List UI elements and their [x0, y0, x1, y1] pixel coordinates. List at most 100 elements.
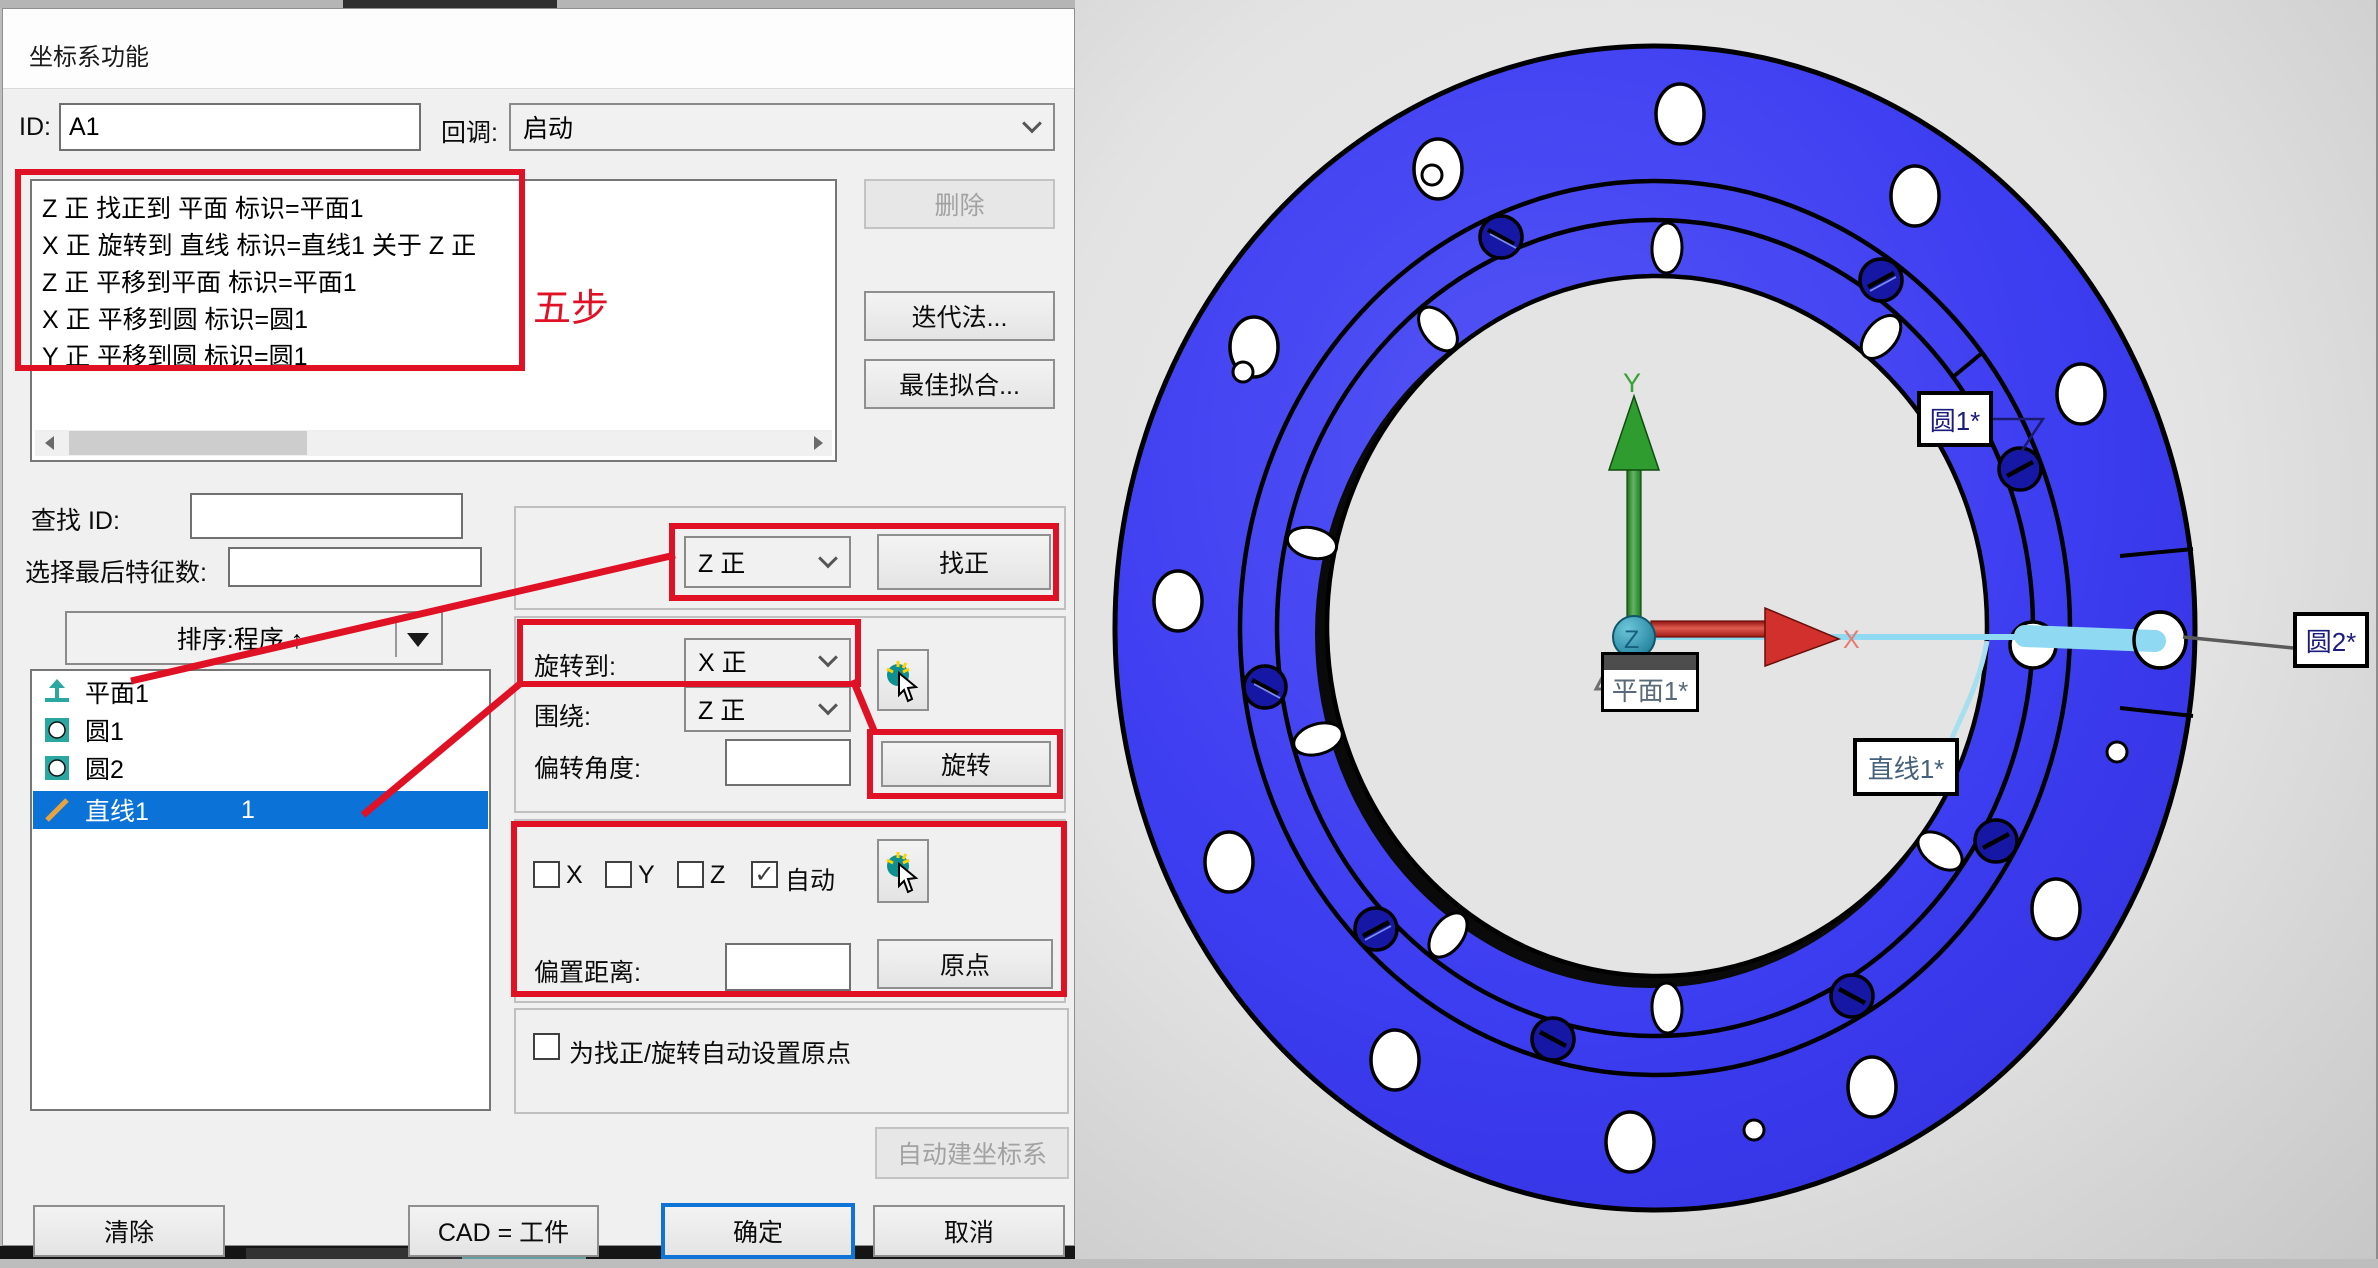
ok-button[interactable]: 确定 [661, 1203, 855, 1259]
circle2-leader [2183, 637, 2293, 648]
callback-combobox[interactable]: 启动 [509, 103, 1055, 151]
feature-row-line1-selected[interactable]: 直线1 1 [33, 791, 488, 829]
cancel-button[interactable]: 取消 [873, 1205, 1065, 1257]
scrollbar-thumb[interactable] [69, 431, 307, 455]
iterate-button[interactable]: 迭代法... [864, 291, 1055, 341]
id-value: A1 [69, 113, 100, 142]
horizontal-scrollbar[interactable] [35, 430, 832, 456]
find-id-input[interactable] [190, 493, 463, 539]
step-item[interactable]: Z 正 平移到平面 标识=平面1 [42, 263, 357, 299]
level-button[interactable]: 找正 [877, 534, 1051, 590]
rotate-to-label: 旋转到: [534, 647, 616, 683]
axis-z-label: Z [1624, 626, 1639, 654]
about-axis-dropdown[interactable]: Z 正 [684, 686, 851, 732]
label-circle1[interactable]: 圆1* [1917, 391, 1993, 447]
auto-set-origin-label: 为找正/旋转自动设置原点 [569, 1034, 851, 1070]
pick-cursor-icon [883, 848, 923, 894]
level-axis-value: Z 正 [698, 544, 745, 580]
sort-value: 排序:程序 ↑ [79, 620, 441, 656]
level-axis-dropdown[interactable]: Z 正 [684, 536, 851, 588]
id-input[interactable]: A1 [59, 103, 421, 151]
about-axis-value: Z 正 [698, 691, 745, 727]
sort-dropdown[interactable]: 排序:程序 ↑ [65, 611, 443, 665]
annotation-five-steps: 五步 [533, 277, 609, 332]
offset-angle-input[interactable] [725, 739, 851, 786]
step-item[interactable]: X 正 旋转到 直线 标识=直线1 关于 Z 正 [42, 226, 476, 262]
label-plane1[interactable]: 平面1* [1601, 652, 1699, 712]
scroll-left-button[interactable] [35, 430, 63, 456]
z-checkbox-label: Z [710, 861, 725, 890]
best-fit-button[interactable]: 最佳拟合... [864, 359, 1055, 409]
select-last-label: 选择最后特征数: [25, 553, 207, 589]
feature-row-circle2[interactable]: 圆2 [33, 749, 488, 787]
divider [395, 621, 397, 657]
axis-x-arrow [1651, 621, 1765, 637]
scroll-right-icon [814, 436, 823, 450]
delete-button[interactable]: 删除 [864, 179, 1055, 229]
find-id-label: 查找 ID: [31, 501, 120, 537]
alignment-steps-list[interactable]: Z 正 找正到 平面 标识=平面1 X 正 旋转到 直线 标识=直线1 关于 Z… [30, 179, 837, 462]
chevron-down-icon [1022, 114, 1042, 134]
check-icon: ✓ [754, 860, 774, 889]
z-checkbox[interactable] [677, 861, 704, 888]
step-item[interactable]: Y 正 平移到圆 标识=圆1 [42, 337, 308, 373]
feature-name: 圆2 [85, 750, 124, 786]
feature-name: 平面1 [85, 674, 149, 710]
x-checkbox-label: X [566, 861, 583, 890]
select-last-input[interactable] [228, 547, 482, 587]
chevron-down-icon [818, 648, 838, 668]
origin-button[interactable]: 原点 [877, 939, 1053, 989]
axis-y-arrow [1627, 466, 1641, 638]
id-label: ID: [19, 113, 51, 142]
feature-row-plane1[interactable]: 平面1 [33, 673, 488, 711]
feature-name: 圆1 [85, 712, 124, 748]
y-checkbox-label: Y [638, 861, 655, 890]
rotate-to-dropdown[interactable]: X 正 [684, 638, 851, 684]
callback-value: 启动 [523, 109, 573, 145]
feature-name: 直线1 [85, 792, 149, 828]
label-plane1-text: 平面1* [1612, 671, 1689, 708]
y-checkbox[interactable] [605, 861, 632, 888]
label-circle2-text: 圆2* [2306, 622, 2357, 659]
step-item[interactable]: Z 正 找正到 平面 标识=平面1 [42, 189, 364, 225]
label-plane1-header [1604, 655, 1696, 670]
rotate-to-value: X 正 [698, 643, 747, 679]
axis-x-label: X [1843, 626, 1860, 654]
scroll-right-button[interactable] [804, 430, 832, 456]
offset-distance-label: 偏置距离: [534, 953, 641, 989]
auto-checkbox-label: 自动 [785, 861, 835, 897]
callback-label: 回调: [441, 113, 498, 149]
cad-equals-part-button[interactable]: CAD = 工件 [408, 1205, 599, 1257]
dialog-title: 坐标系功能 [29, 37, 149, 72]
line-icon [43, 796, 71, 824]
auto-checkbox[interactable]: ✓ [751, 861, 778, 888]
flange-part-drawing: Y X Z [1075, 0, 2378, 1259]
plane-icon [43, 678, 71, 706]
coordinate-system-dialog: 坐标系功能 ID: A1 回调: 启动 Z 正 找正到 平面 标识=平面1 X … [2, 8, 1075, 1246]
rotate-button[interactable]: 旋转 [881, 741, 1051, 787]
x-checkbox[interactable] [533, 861, 560, 888]
about-label: 围绕: [534, 697, 591, 733]
offset-distance-input[interactable] [725, 943, 851, 991]
auto-create-alignment-button[interactable]: 自动建坐标系 [875, 1127, 1069, 1179]
pick-origin-button[interactable] [877, 839, 929, 903]
label-line1[interactable]: 直线1* [1853, 738, 1959, 796]
feature-list[interactable]: 平面1 圆1 圆2 直线1 1 [30, 669, 491, 1111]
step-item[interactable]: X 正 平移到圆 标识=圆1 [42, 300, 308, 336]
feature-row-circle1[interactable]: 圆1 [33, 711, 488, 749]
label-circle2[interactable]: 圆2* [2293, 612, 2369, 668]
pick-cursor-icon [883, 657, 923, 703]
auto-set-origin-checkbox[interactable] [533, 1033, 560, 1060]
scroll-left-icon [45, 436, 54, 450]
pick-feature-button[interactable] [877, 649, 929, 711]
dialog-title-bar[interactable]: 坐标系功能 [3, 9, 1074, 89]
background-window-fragment [343, 0, 557, 8]
chevron-down-icon [818, 696, 838, 716]
feature-extra-value: 1 [241, 796, 255, 825]
dropdown-arrow-icon [407, 633, 429, 647]
cad-3d-viewport[interactable]: Y X Z 圆1* 圆2* 直线1* 平面1* [1075, 0, 2378, 1259]
label-circle1-text: 圆1* [1930, 401, 1981, 438]
label-line1-text: 直线1* [1868, 749, 1945, 786]
clear-button[interactable]: 清除 [33, 1205, 225, 1257]
circle-icon [43, 754, 71, 782]
